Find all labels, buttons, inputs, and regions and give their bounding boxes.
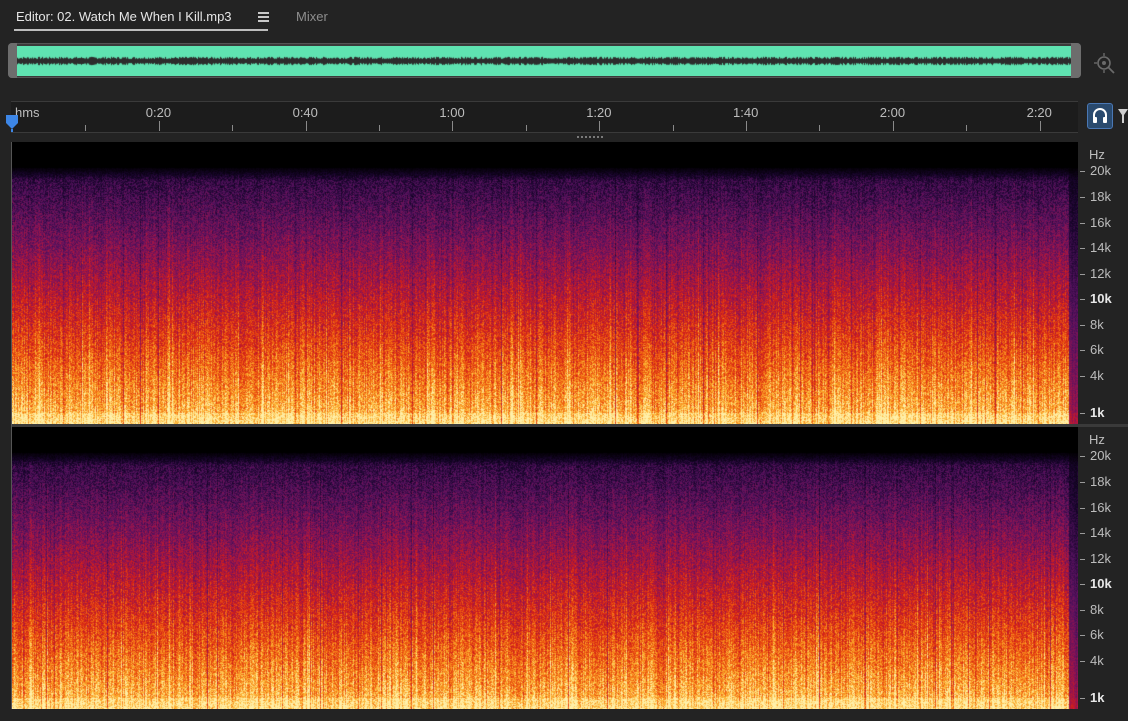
frequency-tick (1080, 533, 1085, 534)
bottom-edge (0, 709, 1128, 721)
channel-divider (12, 424, 1128, 427)
frequency-tick (1080, 635, 1085, 636)
zoom-navigator-icon[interactable] (1093, 51, 1117, 75)
frequency-tick-label: 20k (1090, 163, 1111, 178)
frequency-tick-label: 14k (1090, 525, 1111, 540)
frequency-tick-label: 10k (1090, 576, 1112, 591)
frequency-tick (1080, 559, 1085, 560)
time-tick-label: 0:20 (145, 105, 172, 120)
frequency-tick-label: 8k (1090, 317, 1104, 332)
frequency-tick (1080, 456, 1085, 457)
frequency-tick (1080, 299, 1085, 300)
spectrogram-channel-2[interactable] (12, 427, 1078, 709)
frequency-tick (1080, 274, 1085, 275)
frequency-tick (1080, 482, 1085, 483)
tab-editor[interactable]: Editor: 02. Watch Me When I Kill.mp3 (16, 9, 232, 24)
time-minor-tick (819, 125, 821, 131)
time-tick-label: 1:00 (439, 105, 465, 120)
time-tick-label: 2:20 (1026, 105, 1052, 120)
frequency-tick (1080, 325, 1085, 326)
frequency-tick (1080, 508, 1085, 509)
frequency-tick-label: 14k (1090, 240, 1111, 255)
headphones-icon (1093, 108, 1107, 123)
frequency-unit-label: Hz (1089, 147, 1105, 162)
time-tick-label: 0:40 (292, 105, 318, 120)
time-minor-tick (525, 125, 527, 131)
time-minor-tick (966, 125, 968, 131)
overview-left-handle[interactable] (8, 43, 17, 78)
frequency-tick (1080, 584, 1085, 585)
spectrogram-channel-1[interactable] (12, 142, 1078, 424)
frequency-tick (1080, 248, 1085, 249)
frequency-tick-label: 10k (1090, 291, 1112, 306)
frequency-tick-label: 16k (1090, 500, 1111, 515)
frequency-tick-label: 18k (1090, 474, 1111, 489)
active-tab-indicator (14, 29, 268, 31)
frequency-tick (1080, 661, 1085, 662)
frequency-tick-label: 4k (1090, 653, 1104, 668)
overview-right-handle[interactable] (1071, 43, 1081, 78)
panel-menu-icon[interactable] (258, 11, 269, 22)
frequency-tick-label: 1k (1090, 405, 1105, 420)
frequency-tick-label: 8k (1090, 602, 1104, 617)
frequency-tick (1080, 610, 1085, 611)
frequency-tick-label: 1k (1090, 690, 1105, 705)
frequency-tick (1080, 376, 1085, 377)
time-tick-label: 2:00 (879, 105, 906, 120)
time-major-tick (158, 121, 160, 131)
filter-icon[interactable] (1118, 107, 1128, 125)
frequency-tick (1080, 197, 1085, 198)
frequency-tick-label: 6k (1090, 342, 1104, 357)
frequency-tick (1080, 350, 1085, 351)
time-minor-tick (672, 125, 674, 131)
time-major-tick (599, 121, 601, 131)
tab-mixer[interactable]: Mixer (296, 9, 328, 24)
playhead-marker[interactable] (5, 114, 19, 132)
frequency-unit-label: Hz (1089, 432, 1105, 447)
frequency-tick-label: 18k (1090, 189, 1111, 204)
time-minor-tick (85, 125, 87, 131)
frequency-tick (1080, 698, 1085, 699)
time-major-tick (452, 121, 454, 131)
time-major-tick (892, 121, 894, 131)
time-major-tick (1039, 121, 1041, 131)
frequency-tick (1080, 413, 1085, 414)
frequency-tick-label: 12k (1090, 551, 1111, 566)
time-minor-tick (232, 125, 234, 131)
frequency-tick (1080, 223, 1085, 224)
time-major-tick (305, 121, 307, 131)
frequency-tick (1080, 171, 1085, 172)
time-minor-tick (379, 125, 380, 131)
frequency-tick-label: 20k (1090, 448, 1111, 463)
time-major-tick (746, 121, 747, 131)
frequency-tick-label: 6k (1090, 627, 1104, 642)
panel-resize-grip[interactable] (576, 135, 606, 140)
time-tick-label: 1:40 (733, 105, 759, 120)
frequency-tick-label: 4k (1090, 368, 1104, 383)
time-tick-label: 1:20 (586, 105, 612, 120)
monitor-headphones-button[interactable] (1087, 103, 1113, 129)
overview-waveform (16, 46, 1072, 76)
frequency-tick-label: 12k (1090, 266, 1111, 281)
frequency-tick-label: 16k (1090, 215, 1111, 230)
